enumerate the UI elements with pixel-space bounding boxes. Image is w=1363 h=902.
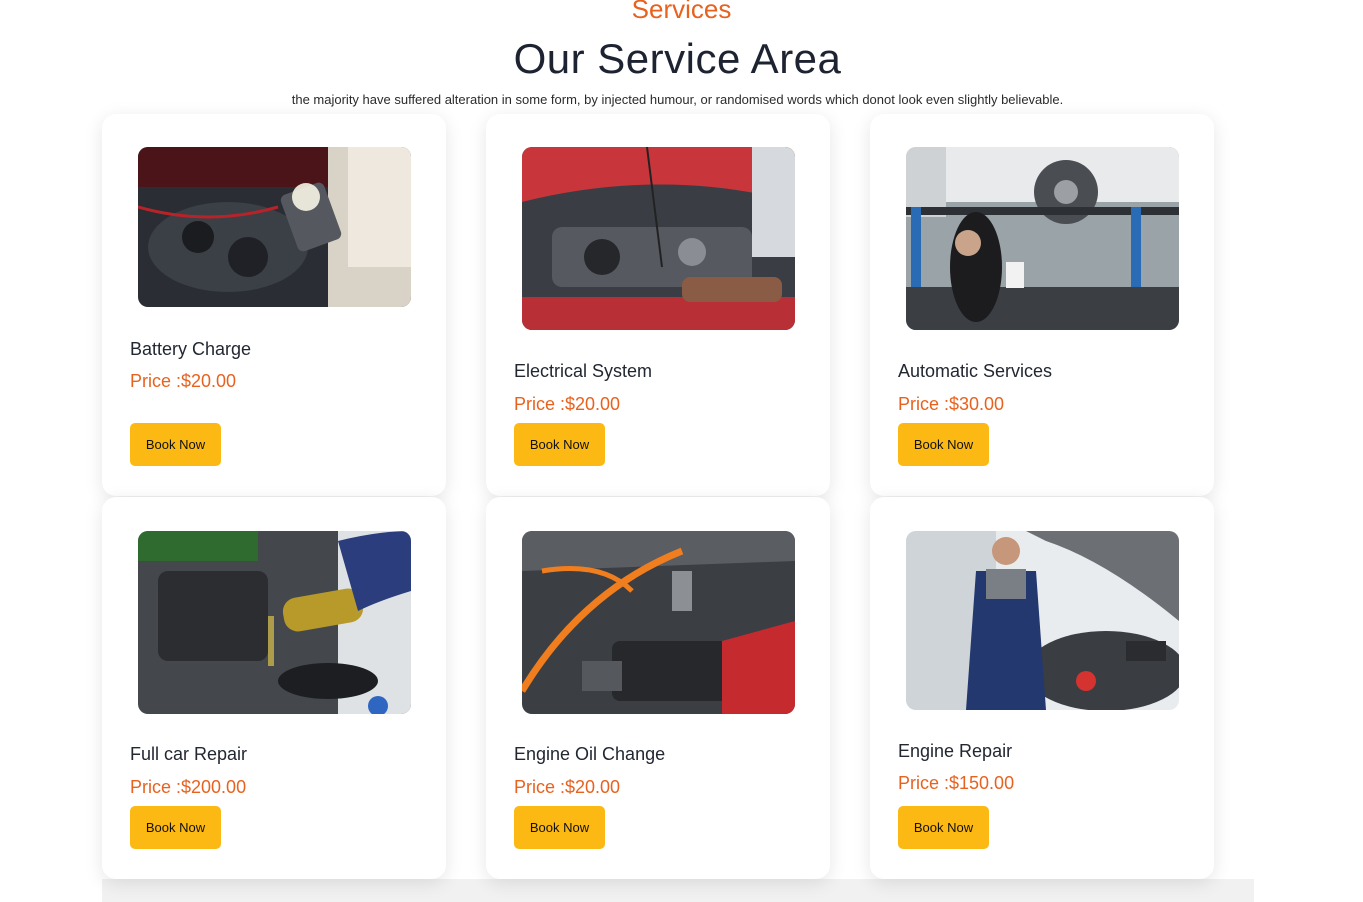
service-card-electrical-system: Electrical System Price :$20.00 Book Now — [486, 114, 830, 496]
service-title: Full car Repair — [130, 744, 248, 764]
service-price: Price :$20.00 — [130, 371, 237, 391]
service-card-engine-oil-change: Engine Oil Change Price :$20.00 Book Now — [486, 497, 830, 879]
service-price: Price :$150.00 — [898, 773, 1015, 793]
book-now-button[interactable]: Book Now — [130, 423, 221, 466]
service-price: Price :$20.00 — [514, 777, 621, 797]
book-now-button[interactable]: Book Now — [898, 423, 989, 466]
section-heading: Our Service Area — [513, 35, 842, 82]
service-title: Automatic Services — [898, 361, 1053, 381]
service-title: Electrical System — [514, 361, 653, 381]
footer-strip — [102, 879, 1254, 902]
service-price: Price :$30.00 — [898, 394, 1005, 414]
full-car-repair-photo — [138, 531, 411, 714]
service-title: Engine Oil Change — [514, 744, 666, 764]
service-title: Battery Charge — [130, 339, 252, 359]
service-card-full-car-repair: Full car Repair Price :$200.00 Book Now — [102, 497, 446, 879]
service-card-engine-repair: Engine Repair Price :$150.00 Book Now — [870, 497, 1214, 879]
battery-charge-photo — [138, 147, 411, 307]
book-now-button[interactable]: Book Now — [514, 423, 605, 466]
engine-repair-photo — [906, 531, 1179, 710]
automatic-services-photo — [906, 147, 1179, 330]
section-subtitle: the majority have suffered alteration in… — [291, 92, 1064, 107]
electrical-system-photo — [522, 147, 795, 330]
service-price: Price :$20.00 — [514, 394, 621, 414]
services-section: Services Our Service Area the majority h… — [0, 0, 1363, 902]
engine-oil-change-photo — [522, 531, 795, 714]
section-eyebrow: Services — [631, 0, 732, 24]
service-card-automatic-services: Automatic Services Price :$30.00 Book No… — [870, 114, 1214, 496]
service-card-battery-charge: Battery Charge Price :$20.00 Book Now — [102, 114, 446, 496]
book-now-button[interactable]: Book Now — [514, 806, 605, 849]
service-title: Engine Repair — [898, 741, 1013, 761]
book-now-button[interactable]: Book Now — [898, 806, 989, 849]
book-now-button[interactable]: Book Now — [130, 806, 221, 849]
service-price: Price :$200.00 — [130, 777, 247, 797]
